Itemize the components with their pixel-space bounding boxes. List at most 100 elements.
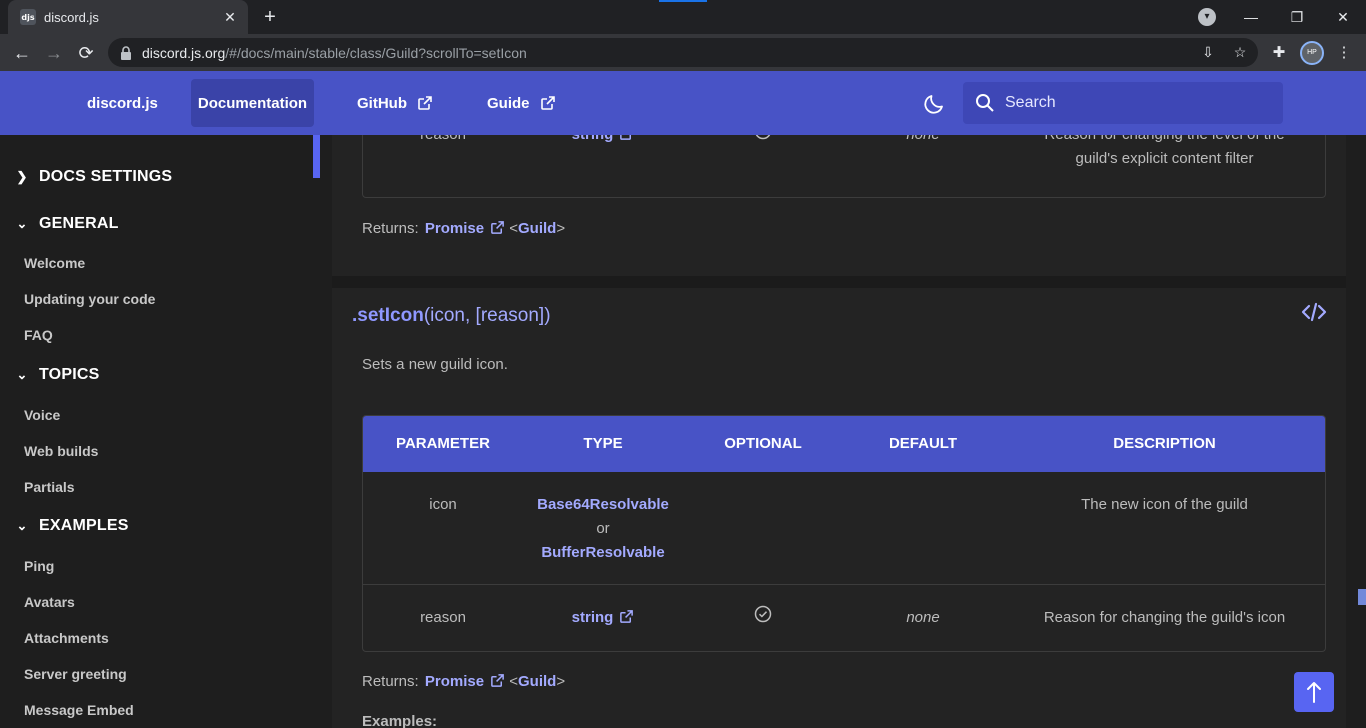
- external-link-icon: [491, 221, 504, 234]
- minimize-icon[interactable]: —: [1228, 0, 1274, 34]
- param-type: string: [523, 135, 683, 147]
- type-link[interactable]: string: [572, 609, 614, 626]
- nav-github[interactable]: GitHub: [345, 79, 445, 127]
- sidebar-section-label: DOCS SETTINGS: [39, 168, 173, 185]
- browser-tab[interactable]: djs discord.js ✕: [8, 0, 248, 34]
- chevron-right-icon: ❯: [16, 169, 28, 184]
- param-name: icon: [429, 496, 457, 513]
- sidebar-section-examples[interactable]: ⌄ EXAMPLES: [14, 514, 129, 538]
- param-name: reason: [420, 609, 466, 626]
- nav-github-label: GitHub: [357, 94, 407, 112]
- optional-cell: [683, 605, 843, 631]
- external-link-icon: [620, 135, 632, 140]
- reload-icon[interactable]: ⟳: [72, 39, 100, 67]
- new-tab-icon[interactable]: +: [259, 6, 281, 28]
- sidebar-section-label: TOPICS: [39, 366, 100, 383]
- tab-search-icon[interactable]: ▾: [1198, 8, 1216, 26]
- sidebar-item-avatars[interactable]: Avatars: [24, 592, 75, 612]
- header-default: DEFAULT: [888, 435, 958, 452]
- sidebar-section-general[interactable]: ⌄ GENERAL: [14, 212, 119, 236]
- returns-type-link[interactable]: Promise: [425, 673, 484, 690]
- method-title[interactable]: .setIcon(icon, [reason]): [352, 305, 551, 327]
- sidebar-item-server-greeting[interactable]: Server greeting: [24, 664, 127, 684]
- tab-title: discord.js: [44, 9, 99, 25]
- optional-check-icon: [755, 135, 771, 140]
- param-description: Reason for changing the level of the gui…: [1004, 135, 1325, 171]
- sidebar-item-partials[interactable]: Partials: [24, 477, 75, 497]
- nav-guide[interactable]: Guide: [475, 79, 568, 127]
- sidebar-item-voice[interactable]: Voice: [24, 405, 60, 425]
- search-input[interactable]: [1005, 94, 1265, 112]
- sidebar-item-web-builds[interactable]: Web builds: [24, 441, 98, 461]
- method-divider: [332, 276, 1346, 288]
- params-table: PARAMETER TYPE OPTIONAL DEFAULT DESCRIPT…: [362, 415, 1326, 652]
- search-box[interactable]: [963, 82, 1283, 124]
- param-description: Reason for changing the guild's icon: [1043, 609, 1286, 626]
- method-description: Sets a new guild icon.: [362, 356, 508, 373]
- sidebar-item-welcome[interactable]: Welcome: [24, 253, 85, 273]
- description-line: Reason for changing the level of the: [1004, 135, 1325, 147]
- url-path: /#/docs/main/stable/class/Guild?scrollTo…: [225, 44, 527, 61]
- examples-heading: Examples:: [362, 713, 438, 728]
- returns-type-link[interactable]: Promise: [425, 220, 484, 237]
- method-args: (icon, [reason]): [423, 305, 551, 326]
- discord-favicon-icon: djs: [20, 9, 36, 25]
- sidebar-section-label: GENERAL: [39, 215, 119, 232]
- sidebar-item-faq[interactable]: FAQ: [24, 325, 53, 345]
- view-source-code-icon[interactable]: [1300, 300, 1328, 324]
- nav-documentation[interactable]: Documentation: [191, 79, 314, 127]
- returns-generic-link[interactable]: Guild: [518, 220, 556, 237]
- returns-generic-link[interactable]: Guild: [518, 673, 556, 690]
- external-link-icon: [418, 96, 432, 110]
- scroll-position-marker: [1358, 589, 1366, 605]
- dark-mode-moon-icon[interactable]: [922, 92, 946, 116]
- param-default: none: [843, 135, 1003, 147]
- address-bar[interactable]: discord.js.org/#/docs/main/stable/class/…: [108, 38, 1258, 67]
- sidebar-scrollbar[interactable]: [313, 135, 320, 178]
- type-link[interactable]: string: [572, 135, 614, 143]
- chevron-down-icon: ⌄: [16, 367, 28, 382]
- loading-indicator: [659, 0, 707, 2]
- method-name: .setIcon: [352, 305, 424, 326]
- header-type: TYPE: [583, 435, 623, 452]
- type-or-text: or: [596, 520, 610, 537]
- param-type: string: [523, 606, 683, 630]
- sidebar-item-updating-your-code[interactable]: Updating your code: [24, 289, 155, 309]
- extensions-puzzle-icon[interactable]: ✚: [1265, 39, 1293, 67]
- lock-icon: [120, 45, 132, 60]
- docs-sidebar: ❯ DOCS SETTINGS ⌄ GENERAL Welcome Updati…: [0, 135, 320, 728]
- profile-avatar[interactable]: HP: [1300, 41, 1324, 65]
- param-type: Base64Resolvable or BufferResolvable: [523, 493, 683, 565]
- url-host: discord.js.org: [142, 44, 226, 61]
- tab-close-icon[interactable]: ✕: [222, 9, 238, 26]
- search-icon: [976, 94, 994, 112]
- sidebar-section-docs-settings[interactable]: ❯ DOCS SETTINGS: [14, 165, 172, 189]
- optional-cell: [683, 135, 843, 148]
- header-optional: OPTIONAL: [724, 435, 802, 452]
- bookmark-star-icon[interactable]: ☆: [1226, 38, 1254, 67]
- external-link-icon: [620, 610, 634, 623]
- type-link[interactable]: Base64Resolvable: [523, 493, 683, 517]
- browser-toolbar: ← → ⟳ discord.js.org/#/docs/main/stable/…: [0, 34, 1366, 71]
- header-parameter: PARAMETER: [396, 435, 490, 452]
- table-row-divider: [363, 584, 1325, 585]
- prev-returns: Returns: Promise <Guild>: [362, 220, 566, 237]
- param-default: none: [906, 609, 940, 626]
- brand-link[interactable]: discord.js: [75, 79, 170, 127]
- forward-icon[interactable]: →: [40, 39, 68, 67]
- sidebar-item-message-embed[interactable]: Message Embed: [24, 700, 134, 720]
- brand-label: discord.js: [87, 94, 158, 112]
- sidebar-item-ping[interactable]: Ping: [24, 556, 54, 576]
- back-icon[interactable]: ←: [8, 39, 36, 67]
- type-link[interactable]: BufferResolvable: [523, 541, 683, 565]
- close-window-icon[interactable]: ✕: [1320, 0, 1366, 34]
- browser-menu-icon[interactable]: ⋮: [1330, 39, 1358, 67]
- scroll-to-top-button[interactable]: [1294, 672, 1334, 712]
- sidebar-section-topics[interactable]: ⌄ TOPICS: [14, 363, 99, 387]
- returns-label: Returns:: [362, 220, 419, 237]
- sidebar-item-attachments[interactable]: Attachments: [24, 628, 109, 648]
- optional-check-icon: [754, 605, 772, 623]
- install-app-icon[interactable]: ⇩: [1194, 38, 1222, 67]
- restore-icon[interactable]: ❐: [1274, 0, 1320, 34]
- header-description: DESCRIPTION: [1113, 435, 1216, 452]
